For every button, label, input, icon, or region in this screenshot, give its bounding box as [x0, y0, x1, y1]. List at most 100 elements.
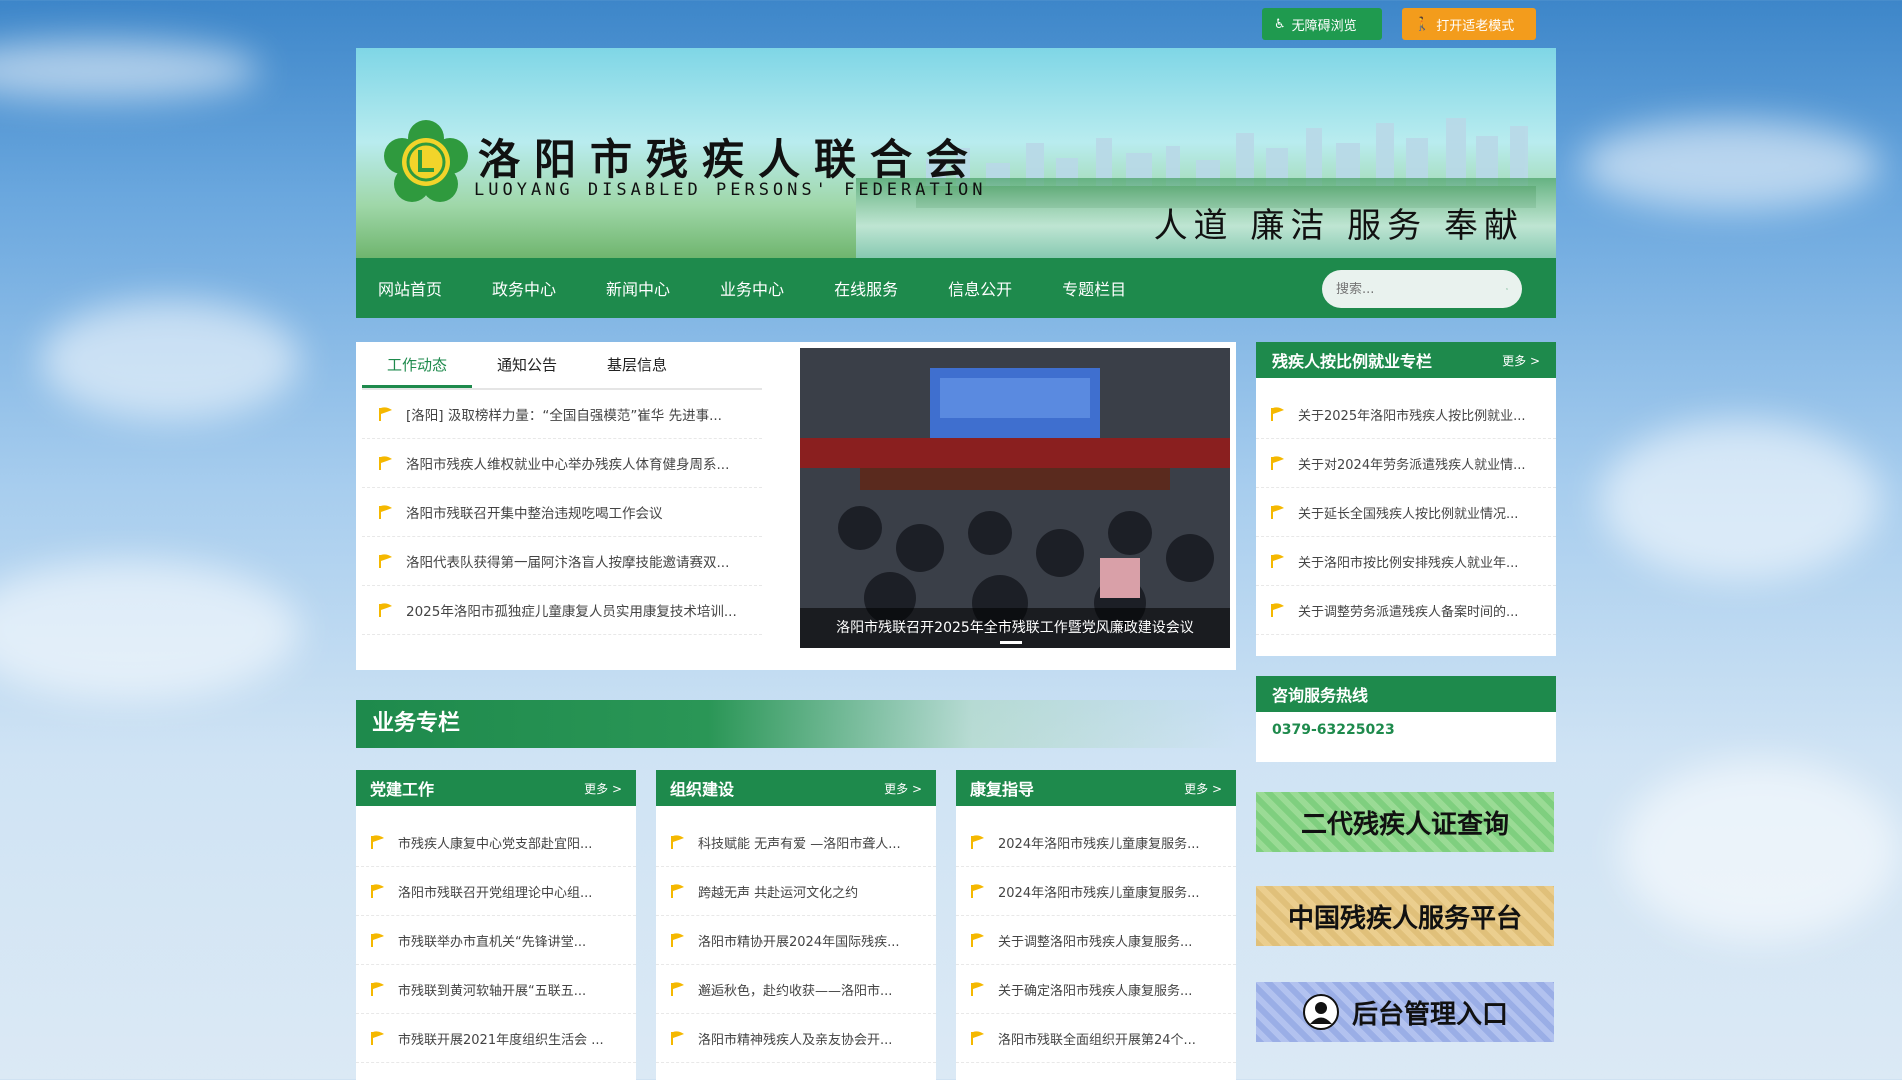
flag-icon	[379, 505, 392, 519]
flag-icon	[671, 1031, 684, 1045]
flag-icon	[379, 407, 392, 421]
list-item[interactable]: 科技赋能 无声有爱 —洛阳市聋人...	[656, 818, 936, 867]
tab-notices[interactable]: 通知公告	[472, 342, 582, 388]
main-nav: 网站首页 政务中心 新闻中心 业务中心 在线服务 信息公开 专题栏目	[356, 258, 1556, 318]
item-text: 市残联到黄河软轴开展“五联五...	[398, 983, 587, 999]
column-title: 康复指导	[970, 780, 1035, 799]
item-text: 2024年洛阳市残疾儿童康复服务...	[998, 885, 1200, 901]
nav-item-government[interactable]: 政务中心	[492, 276, 556, 300]
search-box	[1322, 270, 1522, 308]
hotline-header: 咨询服务热线	[1256, 676, 1556, 712]
federation-logo	[384, 120, 468, 202]
list-item[interactable]: 市残联举办市直机关“先锋讲堂...	[356, 916, 636, 965]
list-item[interactable]: 2025年洛阳市孤独症儿童康复人员实用康复技术培训...	[362, 586, 762, 635]
list-item[interactable]: 市残疾人康复中心党支部赴宜阳...	[356, 818, 636, 867]
item-text: 市残联举办市直机关“先锋讲堂...	[398, 934, 587, 950]
list-item[interactable]: 邂逅秋色，赴约收获——洛阳市...	[656, 965, 936, 1014]
column-header: 党建工作 更多 >	[356, 770, 636, 806]
flag-icon	[371, 933, 384, 947]
flag-icon	[671, 982, 684, 996]
list-item[interactable]: 洛阳代表队获得第一届阿汴洛盲人按摩技能邀请赛双...	[362, 537, 762, 586]
item-text: 关于确定洛阳市残疾人康复服务...	[998, 983, 1193, 999]
promo-label: 二代残疾人证查询	[1300, 809, 1509, 840]
disability-card-query-banner[interactable]: 二代残疾人证查询	[1256, 792, 1554, 852]
promo-label: 中国残疾人服务平台	[1287, 903, 1522, 934]
column-header: 康复指导 更多 >	[956, 770, 1236, 806]
column-more-link[interactable]: 更多 >	[584, 780, 622, 797]
hotline-panel: 咨询服务热线 0379-63225023	[1256, 676, 1556, 762]
nav-item-online-service[interactable]: 在线服务	[834, 276, 898, 300]
list-item[interactable]: 洛阳市残联全面组织开展第24个...	[956, 1014, 1236, 1063]
list-item[interactable]: 关于延长全国残疾人按比例就业情况...	[1256, 488, 1556, 537]
employment-item-text: 关于对2024年劳务派遣残疾人就业情...	[1298, 457, 1526, 473]
slide-indicator[interactable]	[1000, 641, 1022, 644]
column-more-link[interactable]: 更多 >	[884, 780, 922, 797]
flag-icon	[1271, 407, 1284, 421]
business-column-organization: 组织建设 更多 > 科技赋能 无声有爱 —洛阳市聋人... 跨越无声 共赴运河文…	[656, 770, 936, 1080]
slogan: 人道 廉洁 服务 奉献	[1153, 206, 1524, 246]
news-item-text: 洛阳市残疾人维权就业中心举办残疾人体育健身周系...	[406, 457, 730, 473]
column-title: 组织建设	[670, 780, 735, 799]
employment-item-text: 关于延长全国残疾人按比例就业情况...	[1298, 506, 1519, 522]
item-text: 洛阳市精协开展2024年国际残疾...	[698, 934, 900, 950]
column-more-link[interactable]: 更多 >	[1184, 780, 1222, 797]
flag-icon	[671, 884, 684, 898]
employment-header: 残疾人按比例就业专栏 更多 >	[1256, 342, 1556, 378]
flag-icon	[379, 603, 392, 617]
nav-item-info-disclosure[interactable]: 信息公开	[948, 276, 1012, 300]
flag-icon	[371, 982, 384, 996]
item-text: 市残联开展2021年度组织生活会 ...	[398, 1032, 604, 1048]
tab-grassroots[interactable]: 基层信息	[582, 342, 692, 388]
list-item[interactable]: 关于对2024年劳务派遣残疾人就业情...	[1256, 439, 1556, 488]
item-text: 关于调整洛阳市残疾人康复服务...	[998, 934, 1193, 950]
tab-work-updates[interactable]: 工作动态	[362, 342, 472, 388]
employment-item-text: 关于2025年洛阳市残疾人按比例就业...	[1298, 408, 1526, 424]
search-input[interactable]	[1336, 281, 1506, 297]
nav-item-home[interactable]: 网站首页	[378, 276, 442, 300]
site-title: 洛阳市残疾人联合会	[478, 135, 983, 184]
news-item-text: [洛阳] 汲取榜样力量：“全国自强模范”崔华 先进事...	[406, 408, 722, 424]
list-item[interactable]: 市残联到黄河软轴开展“五联五...	[356, 965, 636, 1014]
item-text: 洛阳市精神残疾人及亲友协会开...	[698, 1032, 893, 1048]
list-item[interactable]: 关于2025年洛阳市残疾人按比例就业...	[1256, 390, 1556, 439]
news-slideshow[interactable]: 洛阳市残联召开2025年全市残联工作暨党风廉政建设会议	[800, 348, 1230, 648]
barrier-free-label: 无障碍浏览	[1291, 18, 1357, 34]
list-item[interactable]: 洛阳市残疾人维权就业中心举办残疾人体育健身周系...	[362, 439, 762, 488]
flag-icon	[671, 835, 684, 849]
walking-person-icon: 🚶	[1414, 16, 1431, 32]
admin-entry-banner[interactable]: 后台管理入口	[1256, 982, 1554, 1042]
list-item[interactable]: 洛阳市精神残疾人及亲友协会开...	[656, 1014, 936, 1063]
list-item[interactable]: [洛阳] 汲取榜样力量：“全国自强模范”崔华 先进事...	[362, 390, 762, 439]
list-item[interactable]: 洛阳市残联召开党组理论中心组...	[356, 867, 636, 916]
elder-mode-button[interactable]: 🚶 打开适老模式	[1402, 8, 1536, 40]
item-text: 跨越无声 共赴运河文化之约	[698, 885, 859, 901]
news-list: [洛阳] 汲取榜样力量：“全国自强模范”崔华 先进事... 洛阳市残疾人维权就业…	[362, 390, 762, 635]
nav-item-business[interactable]: 业务中心	[720, 276, 784, 300]
employment-more-link[interactable]: 更多 >	[1502, 352, 1540, 369]
list-item[interactable]: 2024年洛阳市残疾儿童康复服务...	[956, 867, 1236, 916]
news-item-text: 洛阳代表队获得第一届阿汴洛盲人按摩技能邀请赛双...	[406, 555, 730, 571]
list-item[interactable]: 关于调整洛阳市残疾人康复服务...	[956, 916, 1236, 965]
business-column-party: 党建工作 更多 > 市残疾人康复中心党支部赴宜阳... 洛阳市残联召开党组理论中…	[356, 770, 636, 1080]
list-item[interactable]: 关于洛阳市按比例安排残疾人就业年...	[1256, 537, 1556, 586]
nav-item-special-topics[interactable]: 专题栏目	[1062, 276, 1126, 300]
accessibility-icon: ♿	[1274, 16, 1286, 32]
column-header: 组织建设 更多 >	[656, 770, 936, 806]
list-item[interactable]: 关于调整劳务派遣残疾人备案时间的...	[1256, 586, 1556, 635]
list-item[interactable]: 市残联开展2021年度组织生活会 ...	[356, 1014, 636, 1063]
column-list: 市残疾人康复中心党支部赴宜阳... 洛阳市残联召开党组理论中心组... 市残联举…	[356, 806, 636, 1063]
barrier-free-button[interactable]: ♿ 无障碍浏览	[1262, 8, 1382, 40]
list-item[interactable]: 2024年洛阳市残疾儿童康复服务...	[956, 818, 1236, 867]
service-platform-banner[interactable]: 中国残疾人服务平台	[1256, 886, 1554, 946]
nav-item-news[interactable]: 新闻中心	[606, 276, 670, 300]
list-item[interactable]: 洛阳市精协开展2024年国际残疾...	[656, 916, 936, 965]
list-item[interactable]: 洛阳市残联召开集中整治违规吃喝工作会议	[362, 488, 762, 537]
meeting-photo	[800, 348, 1230, 648]
item-text: 科技赋能 无声有爱 —洛阳市聋人...	[698, 836, 901, 852]
search-icon[interactable]	[1506, 280, 1508, 298]
list-item[interactable]: 跨越无声 共赴运河文化之约	[656, 867, 936, 916]
flag-icon	[1271, 456, 1284, 470]
flag-icon	[971, 982, 984, 996]
list-item[interactable]: 关于确定洛阳市残疾人康复服务...	[956, 965, 1236, 1014]
news-section: 工作动态 通知公告 基层信息 [洛阳] 汲取榜样力量：“全国自强模范”崔华 先进…	[356, 342, 1236, 670]
